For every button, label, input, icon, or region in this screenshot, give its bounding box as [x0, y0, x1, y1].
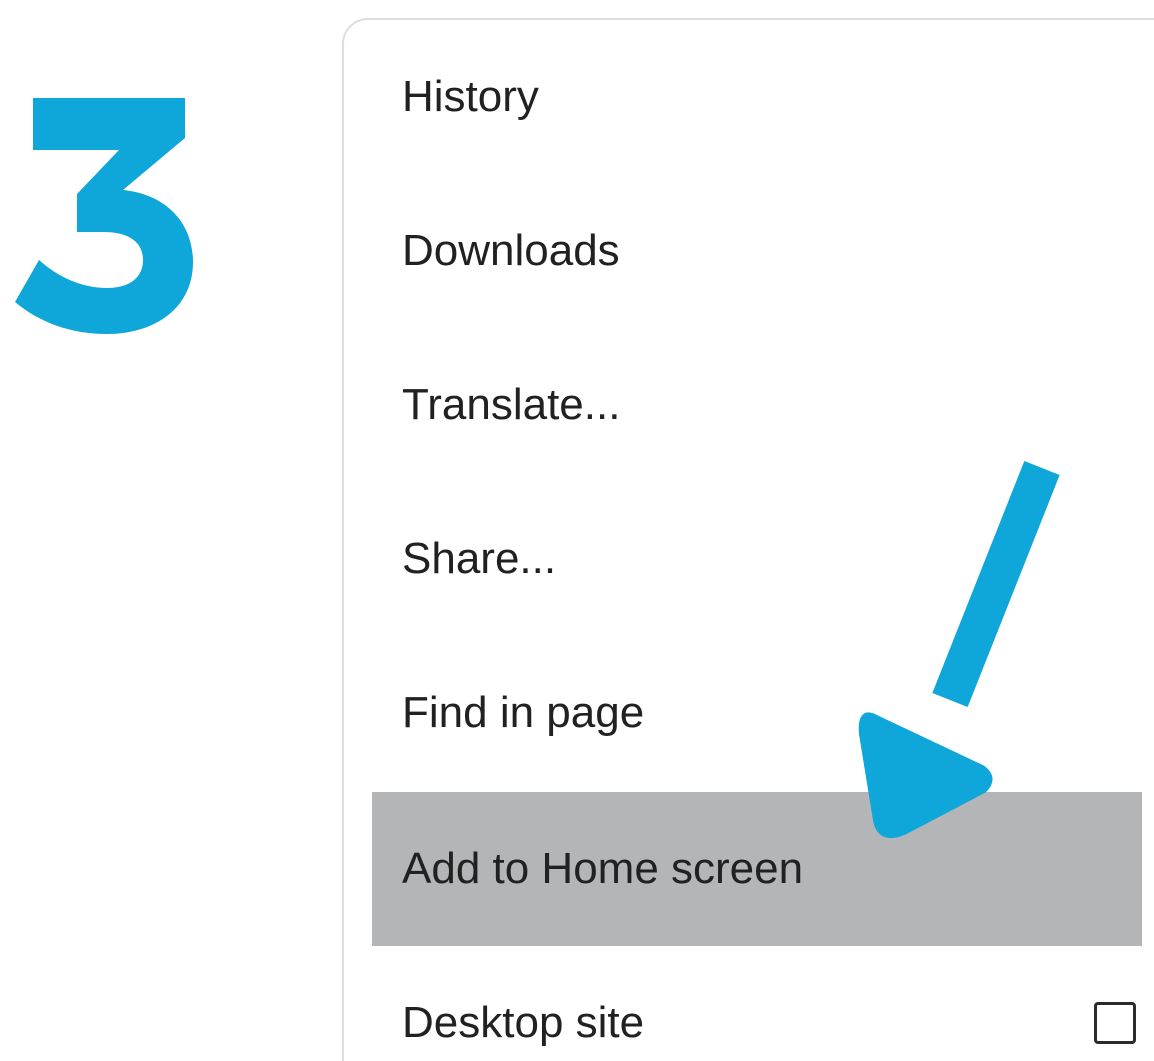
- menu-item-history[interactable]: History: [372, 20, 1142, 174]
- step-number-3: [15, 98, 193, 334]
- menu-item-translate[interactable]: Translate...: [372, 328, 1142, 482]
- menu-item-label: Downloads: [402, 226, 620, 275]
- menu-item-find-in-page[interactable]: Find in page: [372, 636, 1142, 790]
- menu-item-label: Share...: [402, 534, 557, 583]
- overflow-menu: History Downloads Translate... Share... …: [342, 18, 1154, 1061]
- menu-item-label: Add to Home screen: [402, 844, 804, 893]
- desktop-site-checkbox[interactable]: [1094, 1002, 1136, 1044]
- menu-item-label: History: [402, 72, 539, 121]
- menu-item-desktop-site[interactable]: Desktop site: [372, 946, 1142, 1061]
- menu-item-label: Desktop site: [402, 998, 645, 1047]
- menu-item-label: Translate...: [402, 380, 621, 429]
- menu-item-label: Find in page: [402, 688, 645, 737]
- menu-item-downloads[interactable]: Downloads: [372, 174, 1142, 328]
- menu-item-add-to-home-screen[interactable]: Add to Home screen: [372, 792, 1142, 946]
- menu-item-share[interactable]: Share...: [372, 482, 1142, 636]
